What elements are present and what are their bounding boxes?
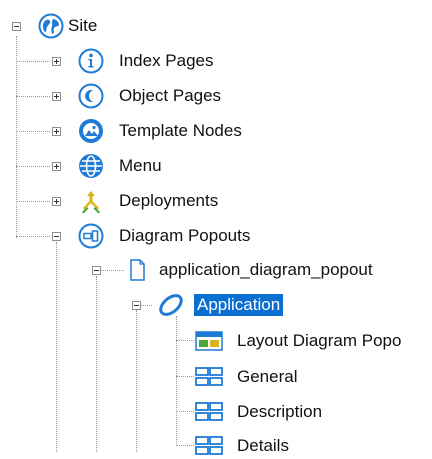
tree-connector (16, 236, 50, 237)
tree-node-menu[interactable]: Menu (116, 155, 165, 177)
tree-connector (16, 36, 17, 238)
tree-connector (16, 96, 50, 97)
tree-node-application-diagram-popout[interactable]: application_diagram_popout (156, 259, 376, 281)
panel-grid-icon (194, 433, 223, 459)
minus-icon (134, 305, 139, 306)
tree-node-index-pages[interactable]: Index Pages (116, 50, 217, 72)
expand-toggle-index-pages[interactable] (52, 57, 61, 66)
collapse-toggle-diagram-popouts[interactable] (52, 232, 61, 241)
collapse-toggle-application-diagram-popout[interactable] (92, 266, 101, 275)
expand-toggle-menu[interactable] (52, 162, 61, 171)
globe-icon (38, 13, 64, 39)
tree-connector (136, 310, 137, 452)
tree-connector (16, 131, 50, 132)
site-tree: Site Index Pages Object Pages Template N… (0, 0, 432, 455)
plus-icon (54, 59, 59, 64)
minus-icon (14, 26, 19, 27)
minus-icon (94, 270, 99, 271)
collapse-toggle-site[interactable] (12, 22, 21, 31)
tree-connector (16, 166, 50, 167)
document-icon (124, 257, 150, 283)
tree-node-application[interactable]: Application (194, 294, 284, 316)
tree-connector (176, 316, 177, 446)
tree-node-layout-diagram-popout[interactable]: Layout Diagram Popo (234, 330, 404, 352)
tree-node-diagram-popouts[interactable]: Diagram Popouts (116, 225, 253, 247)
tree-node-deployments[interactable]: Deployments (116, 190, 221, 212)
panel-grid-icon (194, 399, 223, 425)
object-page-icon (78, 83, 104, 109)
expand-toggle-deployments[interactable] (52, 197, 61, 206)
plus-icon (54, 164, 59, 169)
minus-icon (54, 236, 59, 237)
diagram-popout-icon (78, 223, 104, 249)
tree-node-template-nodes[interactable]: Template Nodes (116, 120, 245, 142)
info-icon (78, 48, 104, 74)
ellipse-shape-icon (156, 292, 183, 318)
tree-node-site[interactable]: Site (65, 15, 100, 37)
template-nodes-icon (78, 118, 104, 144)
tree-connector (16, 201, 50, 202)
tree-connector (96, 276, 97, 452)
tree-connector (176, 445, 194, 446)
plus-icon (54, 199, 59, 204)
menu-icon (78, 153, 104, 179)
panel-grid-icon (194, 364, 223, 390)
plus-icon (54, 94, 59, 99)
tree-node-object-pages[interactable]: Object Pages (116, 85, 224, 107)
tree-connector (56, 242, 57, 452)
tree-node-general[interactable]: General (234, 366, 300, 388)
plus-icon (54, 129, 59, 134)
tree-node-details[interactable]: Details (234, 435, 292, 457)
tree-connector (176, 411, 194, 412)
tree-connector (16, 61, 50, 62)
deployments-icon (78, 188, 104, 214)
tree-node-description[interactable]: Description (234, 401, 325, 423)
expand-toggle-template-nodes[interactable] (52, 127, 61, 136)
tree-connector (176, 376, 194, 377)
layout-icon (194, 328, 223, 354)
collapse-toggle-application[interactable] (132, 301, 141, 310)
expand-toggle-object-pages[interactable] (52, 92, 61, 101)
tree-connector (176, 340, 194, 341)
